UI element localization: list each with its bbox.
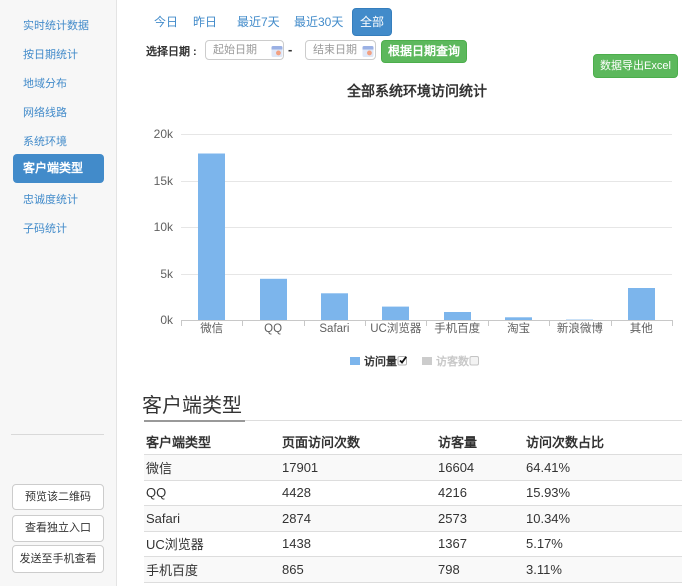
svg-text:20k: 20k [154, 127, 174, 141]
svg-text:5k: 5k [160, 267, 174, 281]
svg-text:QQ: QQ [264, 323, 282, 335]
svg-text:15k: 15k [154, 174, 174, 188]
svg-text:新浪微博: 新浪微博 [557, 321, 603, 335]
svg-text:其他: 其他 [630, 322, 653, 335]
svg-text:10k: 10k [154, 220, 174, 234]
svg-text:0k: 0k [160, 313, 174, 327]
svg-text:UC浏览器: UC浏览器 [370, 321, 422, 335]
svg-text:微信: 微信 [200, 321, 223, 335]
svg-text:Safari: Safari [319, 323, 349, 335]
svg-text:淘宝: 淘宝 [507, 321, 530, 335]
svg-text:手机百度: 手机百度 [434, 321, 480, 335]
